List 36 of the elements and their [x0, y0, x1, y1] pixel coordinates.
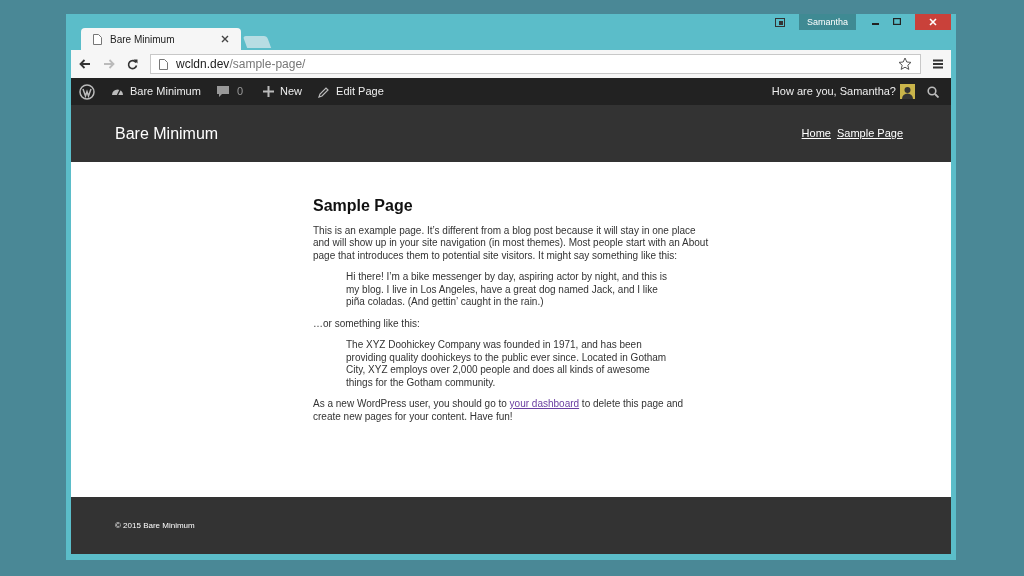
back-icon[interactable]: [79, 59, 91, 69]
star-icon[interactable]: [898, 57, 912, 71]
edit-page-link[interactable]: Edit Page: [318, 83, 384, 100]
site-title[interactable]: Bare Minimum: [115, 121, 219, 146]
user-name[interactable]: Samantha: [798, 14, 856, 30]
wordpress-logo-icon[interactable]: [79, 83, 95, 100]
greeting-link[interactable]: How are you, Samantha?: [771, 83, 896, 100]
maximize-icon[interactable]: [893, 18, 901, 25]
nav-link[interactable]: Sample Page: [836, 125, 903, 142]
reload-icon[interactable]: [127, 58, 138, 70]
blockquote: Hi there! I’m a bike messenger by day, aspiring actor by night, and this is my blog. I live in Los Angeles, have a great dog named Jack, and I like piña coladas. (And gettin’ caught in the rain.): [345, 271, 669, 309]
page-title: Sample Page: [313, 200, 414, 213]
close-button[interactable]: [915, 14, 951, 30]
close-icon: [929, 18, 937, 26]
page-icon: [159, 58, 168, 70]
new-link[interactable]: New: [263, 83, 303, 100]
paragraph: As a new WordPress user, you should go to your dashboard to delete this page and create new pages for your content. Have fun!: [313, 398, 685, 423]
nav-link[interactable]: Home: [801, 125, 831, 142]
search-icon[interactable]: [927, 85, 939, 98]
page-icon: [93, 33, 102, 45]
address-field[interactable]: wcldn.dev/sample-page/: [150, 54, 921, 74]
avatar-icon: [900, 84, 915, 99]
profile-icon[interactable]: [774, 18, 785, 27]
close-icon[interactable]: [221, 35, 229, 43]
comments-link[interactable]: 0: [216, 83, 244, 100]
paragraph: This is an example page. It’s different from a blog post because it will stay in one place and will show up in your site navigation (in most themes). Most people start with an About page that introduces them to potential site visitors. It might say something like this:: [313, 224, 709, 262]
menu-icon[interactable]: [933, 59, 943, 69]
browser-tab[interactable]: Bare Minimum: [81, 28, 241, 50]
site-link[interactable]: Bare Minimum: [111, 83, 201, 100]
comment-icon: [216, 86, 229, 97]
paragraph: …or something like this:: [313, 317, 421, 330]
blockquote: The XYZ Doohickey Company was founded in 1971, and has been providing quality doohickeys to the public ever since. Located in Gotham City, XYZ employs over 2,000 people and does all kinds of awesome things for the Gotham community.: [345, 339, 668, 389]
copyright-text: © 2015 Bare Minimum: [115, 519, 195, 532]
plus-icon: [263, 86, 275, 97]
dashboard-link[interactable]: your dashboard: [509, 398, 580, 409]
pencil-icon: [318, 85, 331, 98]
